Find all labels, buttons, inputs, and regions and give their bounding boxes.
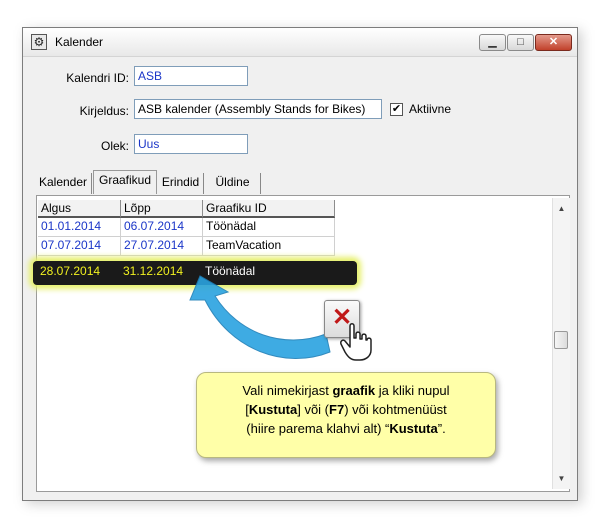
callout-line-2: [Kustuta] või (F7) või kohtmenüüst bbox=[245, 402, 447, 417]
instruction-callout: Vali nimekirjast graafik ja kliki nupul … bbox=[196, 372, 496, 458]
curved-arrow-icon bbox=[189, 275, 331, 359]
callout-line-3: (hiire parema klahvi alt) “Kustuta”. bbox=[246, 421, 446, 436]
callout-line-1: Vali nimekirjast graafik ja kliki nupul bbox=[242, 383, 450, 398]
hand-cursor-icon bbox=[340, 323, 372, 361]
